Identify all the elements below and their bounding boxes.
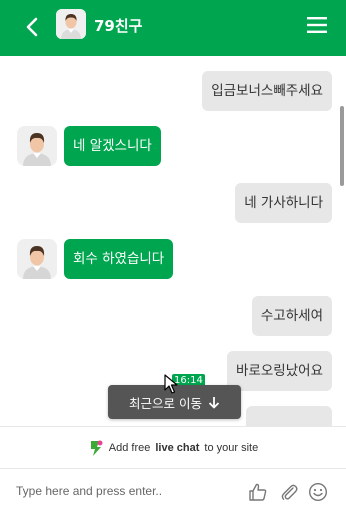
arrow-down-icon bbox=[208, 396, 220, 408]
promo-prefix: Add free bbox=[108, 442, 151, 454]
message-outgoing: 바로오링났어요 bbox=[227, 351, 332, 391]
thumbs-up-icon[interactable] bbox=[248, 482, 268, 502]
message-incoming: 네 알겠스니다 bbox=[64, 126, 161, 166]
agent-avatar bbox=[17, 126, 57, 166]
message-list-scrollbar[interactable] bbox=[340, 106, 344, 186]
message-composer bbox=[0, 468, 346, 514]
chat-header: 79친구 bbox=[0, 0, 346, 56]
message-outgoing: 네 가사하니다 bbox=[235, 183, 332, 223]
message-outgoing-partial bbox=[246, 406, 332, 426]
chevron-left-icon[interactable] bbox=[20, 14, 46, 40]
paperclip-icon[interactable] bbox=[279, 482, 299, 502]
message-input[interactable] bbox=[16, 481, 236, 501]
message-outgoing: 수고하세여 bbox=[251, 296, 332, 336]
chat-brand-logo-icon bbox=[90, 440, 103, 456]
message-outgoing: 입금보너스빼주세요 bbox=[202, 71, 332, 111]
chat-title: 79친구 bbox=[94, 17, 143, 35]
agent-avatar bbox=[17, 239, 57, 279]
jump-to-recent-label: 최근으로 이동 bbox=[129, 395, 202, 411]
live-chat-promo[interactable]: Add free live chat to your site bbox=[0, 426, 346, 469]
mouse-cursor-icon bbox=[164, 374, 178, 394]
promo-link[interactable]: live chat bbox=[155, 442, 199, 454]
message-incoming: 회수 하였습니다 bbox=[64, 239, 174, 279]
message-list[interactable]: 입금보너스빼주세요 네 알겠스니다 네 가사하니다 회수 하였습니다 수고하세여… bbox=[0, 56, 346, 426]
hamburger-menu-icon[interactable] bbox=[306, 14, 328, 36]
promo-suffix: to your site bbox=[204, 442, 259, 454]
smiley-icon[interactable] bbox=[308, 482, 328, 502]
agent-avatar bbox=[56, 9, 86, 39]
